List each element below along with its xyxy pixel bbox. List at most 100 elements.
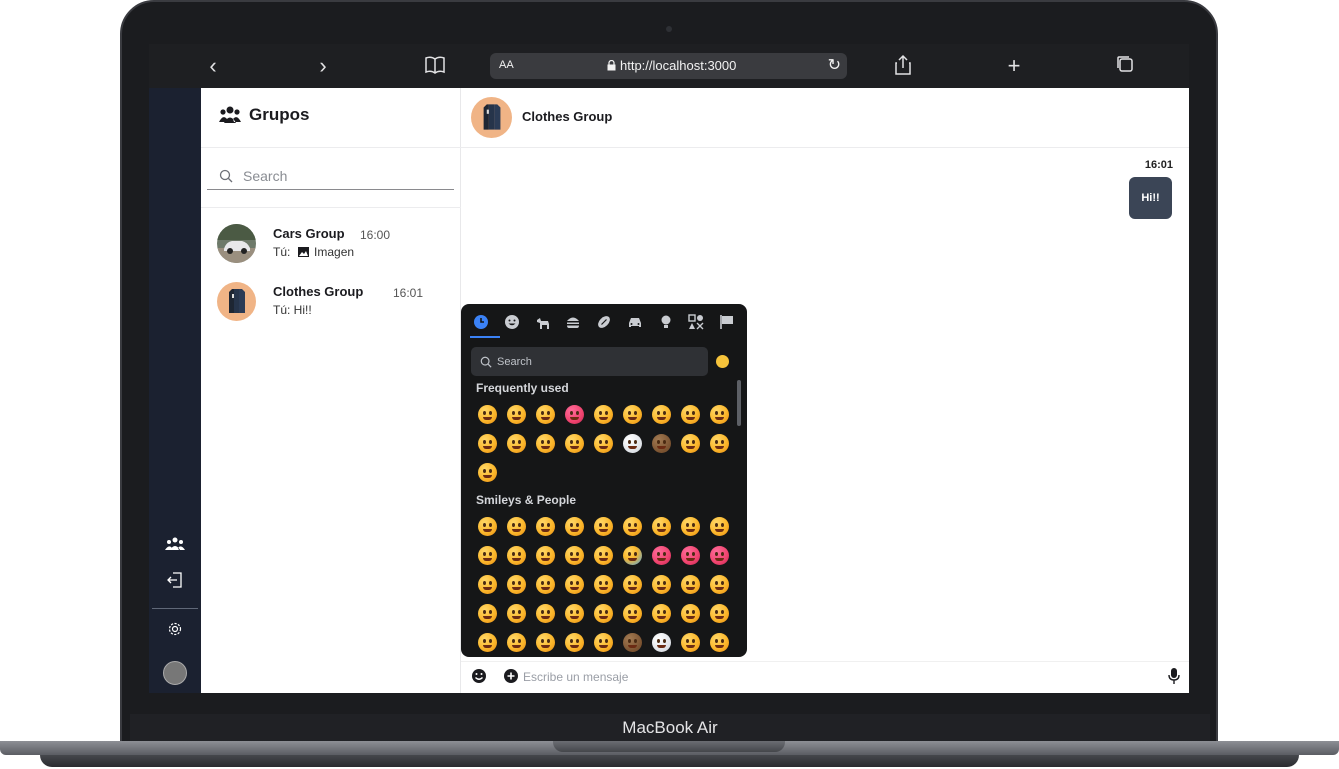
back-icon[interactable]: ‹	[201, 54, 225, 78]
emoji-button[interactable]	[589, 599, 618, 628]
animals-category-icon[interactable]	[533, 312, 553, 332]
emoji-button[interactable]	[531, 570, 560, 599]
emoji-button[interactable]	[676, 570, 705, 599]
group-item-clothes[interactable]: Clothes Group 16:01 Tú: Hi!!	[217, 282, 457, 326]
emoji-button[interactable]	[589, 628, 618, 657]
emoji-button[interactable]	[531, 541, 560, 570]
emoji-button[interactable]	[473, 512, 502, 541]
tabs-icon[interactable]	[1113, 54, 1137, 78]
emoji-search-input[interactable]: Search	[471, 347, 708, 376]
emoji-button[interactable]	[502, 599, 531, 628]
emoji-button[interactable]	[502, 628, 531, 657]
microphone-icon[interactable]	[1167, 667, 1181, 685]
text-size-button[interactable]: AA	[499, 59, 514, 71]
emoji-button[interactable]	[676, 429, 705, 458]
message-input[interactable]: Escribe un mensaje	[523, 670, 628, 684]
emoji-button[interactable]	[647, 599, 676, 628]
emoji-button[interactable]	[676, 541, 705, 570]
skin-tone-button[interactable]	[716, 355, 729, 368]
objects-category-icon[interactable]	[656, 312, 676, 332]
emoji-button[interactable]	[589, 400, 618, 429]
emoji-button[interactable]	[618, 599, 647, 628]
emoji-button[interactable]	[647, 400, 676, 429]
emoji-face-icon	[478, 434, 497, 453]
smileys-category-icon[interactable]	[502, 312, 522, 332]
emoji-button[interactable]	[531, 429, 560, 458]
emoji-button[interactable]	[589, 570, 618, 599]
emoji-toggle-icon[interactable]	[471, 668, 487, 684]
emoji-button[interactable]	[647, 570, 676, 599]
picker-scrollbar[interactable]	[737, 380, 741, 426]
emoji-button[interactable]	[473, 628, 502, 657]
emoji-button[interactable]	[502, 570, 531, 599]
emoji-button[interactable]	[531, 512, 560, 541]
logout-icon[interactable]	[163, 571, 187, 593]
bookmarks-icon[interactable]	[423, 54, 447, 78]
settings-gear-icon[interactable]	[163, 621, 187, 643]
emoji-button[interactable]	[676, 512, 705, 541]
emoji-button[interactable]	[560, 541, 589, 570]
emoji-button[interactable]	[618, 512, 647, 541]
emoji-button[interactable]	[473, 429, 502, 458]
emoji-button[interactable]	[531, 400, 560, 429]
groups-nav-icon[interactable]	[163, 536, 187, 558]
activities-category-icon[interactable]	[594, 312, 614, 332]
emoji-button[interactable]	[647, 429, 676, 458]
group-item-cars[interactable]: Cars Group 16:00 Tú: Imagen	[217, 224, 457, 268]
emoji-button[interactable]	[705, 541, 734, 570]
forward-icon[interactable]: ›	[311, 54, 335, 78]
groups-search-input[interactable]: Search	[207, 162, 454, 190]
emoji-button[interactable]	[705, 512, 734, 541]
emoji-button[interactable]	[676, 599, 705, 628]
symbols-category-icon[interactable]	[686, 312, 706, 332]
attach-plus-icon[interactable]	[503, 668, 519, 684]
emoji-button[interactable]	[502, 512, 531, 541]
emoji-button[interactable]	[589, 541, 618, 570]
new-tab-icon[interactable]: +	[1002, 54, 1026, 78]
share-icon[interactable]	[891, 54, 915, 78]
emoji-button[interactable]	[473, 541, 502, 570]
emoji-button[interactable]	[618, 429, 647, 458]
emoji-button[interactable]	[676, 628, 705, 657]
food-category-icon[interactable]	[563, 312, 583, 332]
group-name: Cars Group	[273, 226, 345, 241]
emoji-button[interactable]	[502, 400, 531, 429]
flags-category-icon[interactable]	[717, 312, 737, 332]
emoji-button[interactable]	[676, 400, 705, 429]
emoji-button[interactable]	[473, 570, 502, 599]
emoji-button[interactable]	[618, 400, 647, 429]
emoji-button[interactable]	[560, 429, 589, 458]
emoji-button[interactable]	[560, 599, 589, 628]
emoji-button[interactable]	[618, 628, 647, 657]
emoji-button[interactable]	[705, 599, 734, 628]
emoji-button[interactable]	[473, 458, 502, 487]
emoji-button[interactable]	[705, 429, 734, 458]
emoji-button[interactable]	[560, 400, 589, 429]
emoji-button[interactable]	[647, 541, 676, 570]
emoji-button[interactable]	[473, 599, 502, 628]
emoji-button[interactable]	[531, 599, 560, 628]
emoji-button[interactable]	[647, 512, 676, 541]
emoji-face-icon	[623, 517, 642, 536]
emoji-button[interactable]	[502, 429, 531, 458]
emoji-button[interactable]	[705, 628, 734, 657]
emoji-button[interactable]	[473, 400, 502, 429]
emoji-button[interactable]	[705, 570, 734, 599]
emoji-button[interactable]	[560, 570, 589, 599]
emoji-button[interactable]	[502, 541, 531, 570]
emoji-button[interactable]	[560, 628, 589, 657]
emoji-button[interactable]	[618, 570, 647, 599]
chat-avatar[interactable]	[471, 97, 512, 138]
emoji-button[interactable]	[647, 628, 676, 657]
emoji-button[interactable]	[560, 512, 589, 541]
reload-icon[interactable]: ↻	[828, 55, 841, 75]
emoji-button[interactable]	[705, 400, 734, 429]
url-bar[interactable]: AA http://localhost:3000 ↻	[490, 53, 847, 79]
emoji-button[interactable]	[589, 512, 618, 541]
travel-category-icon[interactable]	[625, 312, 645, 332]
emoji-button[interactable]	[589, 429, 618, 458]
recent-category-icon[interactable]	[471, 312, 491, 332]
emoji-button[interactable]	[618, 541, 647, 570]
user-avatar[interactable]	[163, 661, 187, 685]
emoji-button[interactable]	[531, 628, 560, 657]
